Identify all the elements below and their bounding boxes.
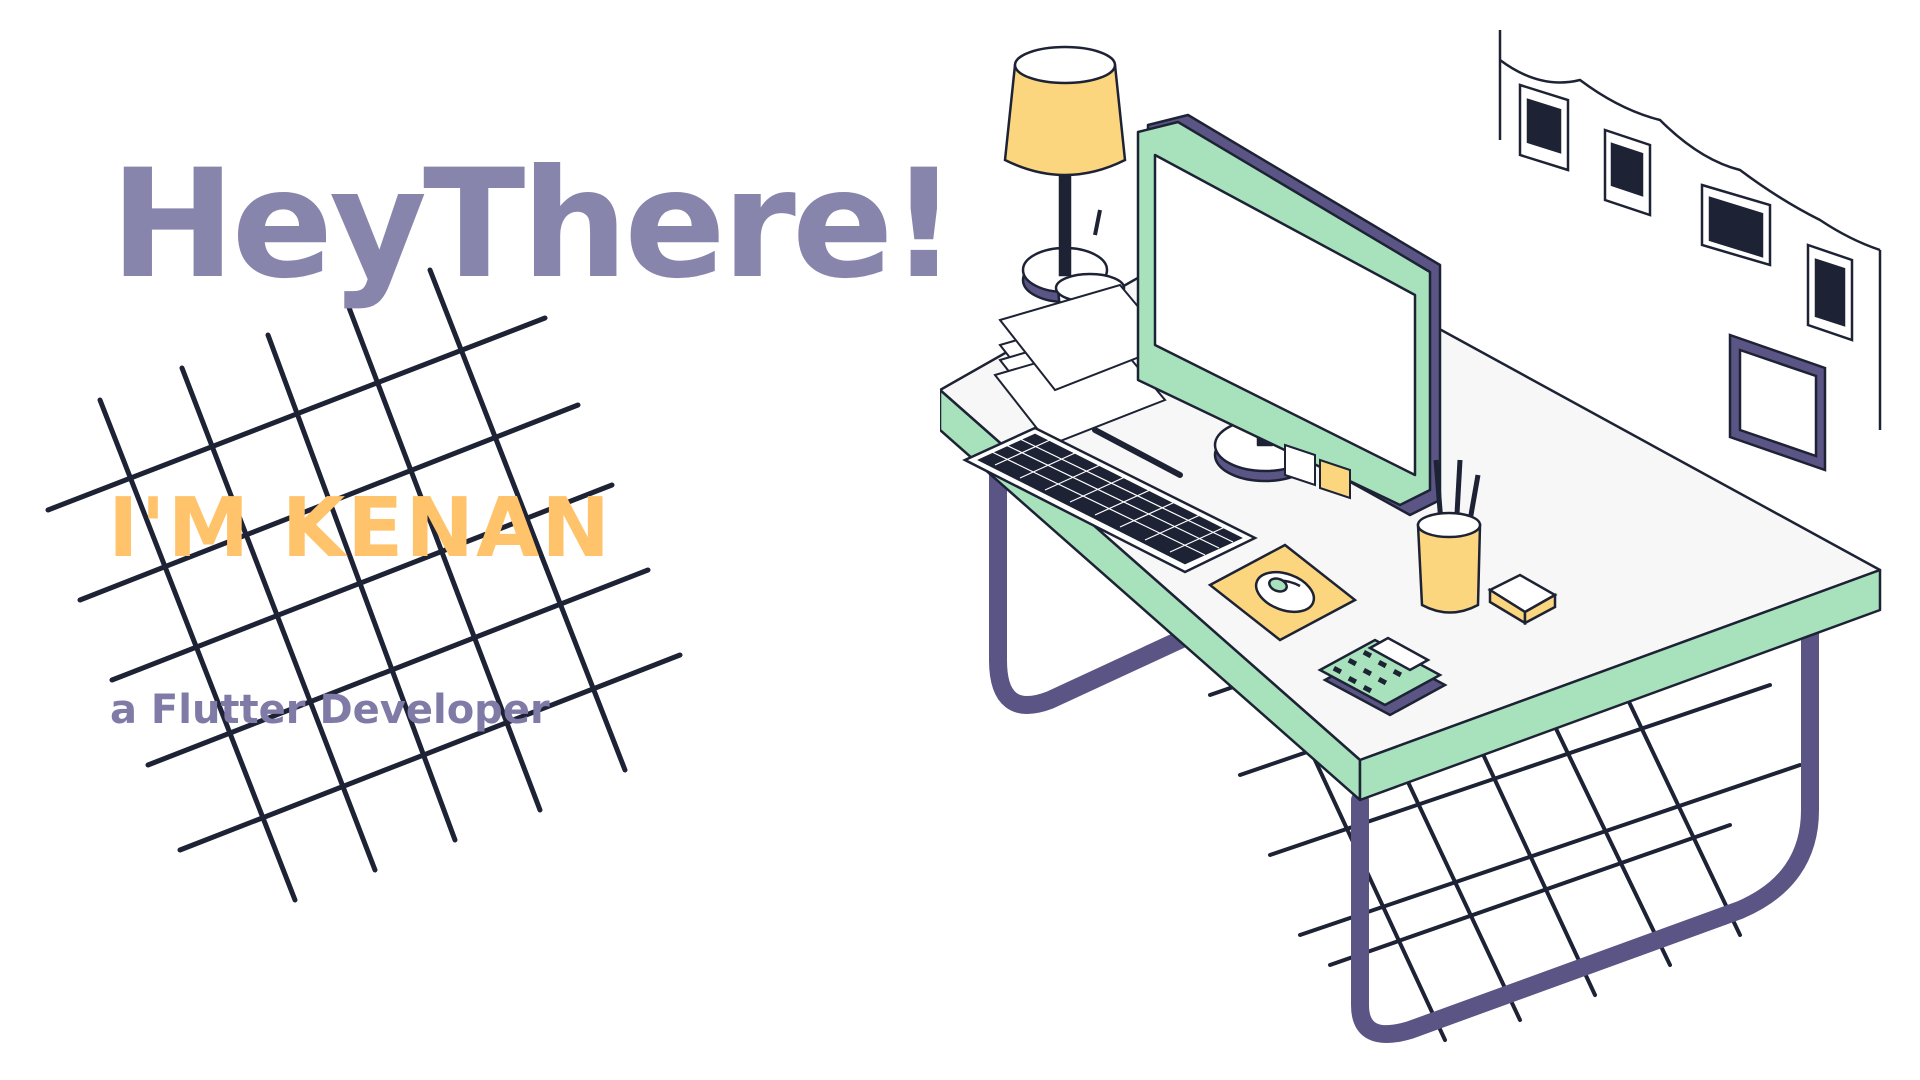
desk-lamp-icon <box>1003 45 1127 304</box>
role-subtitle: a Flutter Developer <box>110 687 550 733</box>
wall-frame-icon <box>1728 333 1827 472</box>
photo-frame-icon <box>1518 83 1854 342</box>
name-title: I'M KENAN <box>108 481 613 576</box>
desk-illustration <box>940 30 1882 1043</box>
greeting-title: HeyThere! <box>110 138 958 312</box>
hero-section: HeyThere! I'M KENAN a Flutter Developer <box>0 0 1920 1080</box>
